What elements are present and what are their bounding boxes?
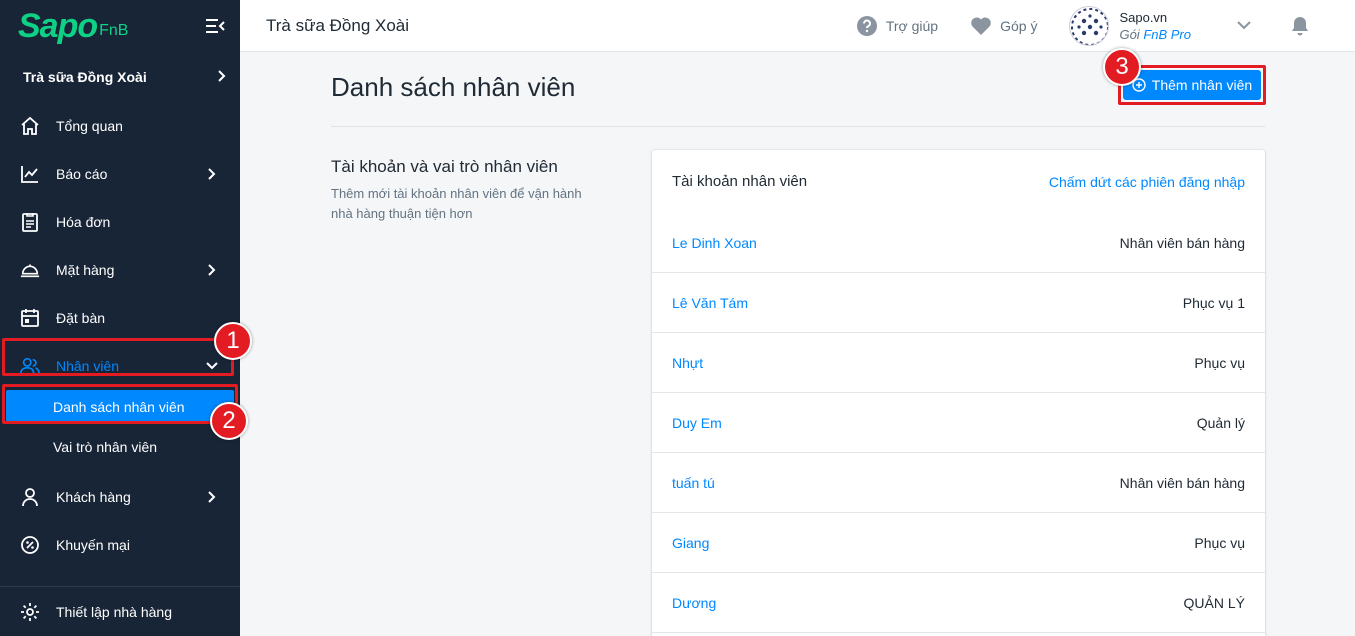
receipt-icon bbox=[20, 212, 40, 232]
feedback-link[interactable]: Góp ý bbox=[970, 15, 1037, 37]
sidebar-item-label: Mặt hàng bbox=[56, 262, 115, 278]
top-header: Trà sữa Đồng Xoài Trợ giúp Góp ý Sapo.vn… bbox=[240, 0, 1355, 52]
logo-sub-text: FnB bbox=[99, 22, 129, 39]
sidebar-item-label: Khách hàng bbox=[56, 489, 131, 505]
staff-list: Le Dinh Xoan Nhân viên bán hàng Lê Văn T… bbox=[652, 213, 1265, 633]
sidebar-item-reports[interactable]: Báo cáo bbox=[0, 150, 240, 198]
store-name: Trà sữa Đồng Xoài bbox=[23, 69, 147, 85]
help-circle-icon bbox=[856, 15, 878, 37]
staff-role: Quản lý bbox=[1196, 414, 1245, 431]
sidebar-item-overview[interactable]: Tổng quan bbox=[0, 102, 240, 150]
table-row: Dương QUẢN LÝ bbox=[652, 573, 1265, 633]
sidebar-subitem-staff-roles[interactable]: Vai trò nhân viên bbox=[0, 427, 240, 467]
step-badge-3: 3 bbox=[1103, 48, 1141, 86]
step-badge-1: 1 bbox=[214, 322, 252, 360]
staff-role: Phục vụ 1 bbox=[1182, 294, 1245, 311]
plan-name: FnB Pro bbox=[1143, 26, 1191, 42]
chevron-right-icon bbox=[206, 491, 218, 503]
account-menu[interactable]: Sapo.vn Gói FnB Pro bbox=[1069, 5, 1251, 46]
sidebar-item-label: Đặt bàn bbox=[56, 310, 106, 326]
section-title: Tài khoản và vai trò nhân viên bbox=[331, 157, 558, 176]
section-divider bbox=[331, 126, 1265, 127]
staff-name-link[interactable]: Giang bbox=[672, 535, 709, 551]
add-staff-label: Thêm nhân viên bbox=[1151, 77, 1253, 93]
sidebar-subitem-label: Danh sách nhân viên bbox=[53, 399, 185, 415]
card-header: Tài khoản nhân viên Chấm dứt các phiên đ… bbox=[652, 150, 1265, 213]
staff-name-link[interactable]: tuấn tú bbox=[672, 475, 715, 491]
sidebar-footer-label: Thiết lập nhà hàng bbox=[56, 603, 172, 620]
bell-icon[interactable] bbox=[1289, 15, 1311, 37]
sidebar-subitem-staff-list[interactable]: Danh sách nhân viên bbox=[6, 390, 234, 424]
staff-role: Phục vụ bbox=[1194, 354, 1245, 371]
chevron-right-icon bbox=[218, 69, 226, 85]
sidebar-item-products[interactable]: Mặt hàng bbox=[0, 246, 240, 294]
sidebar-item-reservations[interactable]: Đặt bàn bbox=[0, 294, 240, 342]
promotion-badge-icon bbox=[20, 535, 40, 555]
step-badge-2: 2 bbox=[210, 402, 248, 440]
sidebar-item-label: Tổng quan bbox=[56, 118, 123, 134]
chevron-down-icon bbox=[206, 360, 218, 372]
sidebar-item-restaurant-settings[interactable]: Thiết lập nhà hàng bbox=[0, 586, 240, 636]
chevron-down-icon bbox=[1237, 19, 1251, 33]
sapo-fnb-logo[interactable]: Sapo FnB bbox=[18, 9, 128, 43]
sidebar-item-label: Hóa đơn bbox=[56, 214, 111, 230]
sidebar-item-promotions[interactable]: Khuyến mại bbox=[0, 521, 240, 569]
logo-row: Sapo FnB bbox=[0, 0, 240, 52]
table-row: Nhựt Phục vụ bbox=[652, 333, 1265, 393]
staff-name-link[interactable]: Nhựt bbox=[672, 355, 703, 371]
staff-name-link[interactable]: Lê Văn Tám bbox=[672, 295, 748, 311]
table-row: tuấn tú Nhân viên bán hàng bbox=[652, 453, 1265, 513]
staff-name-link[interactable]: Dương bbox=[672, 595, 716, 611]
feedback-label: Góp ý bbox=[1000, 17, 1038, 34]
chart-line-icon bbox=[20, 164, 40, 184]
table-row: Duy Em Quản lý bbox=[652, 393, 1265, 453]
table-row: Giang Phục vụ bbox=[652, 513, 1265, 573]
calendar-icon bbox=[20, 308, 40, 328]
store-selector[interactable]: Trà sữa Đồng Xoài bbox=[0, 52, 240, 102]
help-label: Trợ giúp bbox=[885, 17, 939, 34]
staff-name-link[interactable]: Le Dinh Xoan bbox=[672, 235, 757, 251]
gear-icon bbox=[20, 602, 40, 622]
user-icon bbox=[20, 487, 40, 507]
food-cloche-icon bbox=[20, 260, 40, 280]
chevron-right-icon bbox=[206, 168, 218, 180]
staff-role: Phục vụ bbox=[1194, 534, 1245, 551]
staff-role: Nhân viên bán hàng bbox=[1119, 234, 1245, 251]
staff-accounts-card: Tài khoản nhân viên Chấm dứt các phiên đ… bbox=[652, 150, 1265, 636]
users-icon bbox=[20, 356, 40, 376]
sidebar-item-staff[interactable]: Nhân viên bbox=[0, 342, 240, 390]
sidebar-item-label: Nhân viên bbox=[56, 358, 120, 374]
card-title: Tài khoản nhân viên bbox=[672, 173, 808, 190]
account-plan: Gói FnB Pro bbox=[1119, 27, 1191, 42]
sidebar: Sapo FnB Trà sữa Đồng Xoài Tổng quan Báo… bbox=[0, 0, 240, 636]
sidebar-subitem-label: Vai trò nhân viên bbox=[53, 439, 158, 455]
avatar bbox=[1069, 5, 1110, 46]
table-row: Lê Văn Tám Phục vụ 1 bbox=[652, 273, 1265, 333]
section-description: Thêm mới tài khoản nhân viên để vận hành… bbox=[331, 186, 582, 221]
staff-role: QUẢN LÝ bbox=[1183, 594, 1245, 611]
collapse-menu-icon[interactable] bbox=[204, 17, 226, 35]
sidebar-item-invoices[interactable]: Hóa đơn bbox=[0, 198, 240, 246]
add-staff-button[interactable]: Thêm nhân viên bbox=[1123, 70, 1261, 100]
logo-main-text: Sapo bbox=[18, 7, 98, 45]
sidebar-item-label: Khuyến mại bbox=[56, 537, 130, 553]
heart-icon bbox=[970, 15, 992, 37]
plan-prefix: Gói bbox=[1119, 26, 1140, 42]
sidebar-item-label: Báo cáo bbox=[56, 166, 108, 182]
chevron-right-icon bbox=[206, 264, 218, 276]
staff-name-link[interactable]: Duy Em bbox=[672, 415, 722, 431]
header-store-title: Trà sữa Đồng Xoài bbox=[266, 15, 410, 35]
account-info: Sapo.vn Gói FnB Pro bbox=[1119, 10, 1191, 42]
page-title: Danh sách nhân viên bbox=[331, 72, 576, 102]
staff-role: Nhân viên bán hàng bbox=[1119, 474, 1245, 491]
end-sessions-link[interactable]: Chấm dứt các phiên đăng nhập bbox=[1049, 174, 1245, 190]
table-row: Le Dinh Xoan Nhân viên bán hàng bbox=[652, 213, 1265, 273]
sidebar-item-customers[interactable]: Khách hàng bbox=[0, 473, 240, 521]
home-icon bbox=[20, 116, 40, 136]
account-name: Sapo.vn bbox=[1119, 9, 1168, 25]
help-link[interactable]: Trợ giúp bbox=[856, 15, 938, 37]
